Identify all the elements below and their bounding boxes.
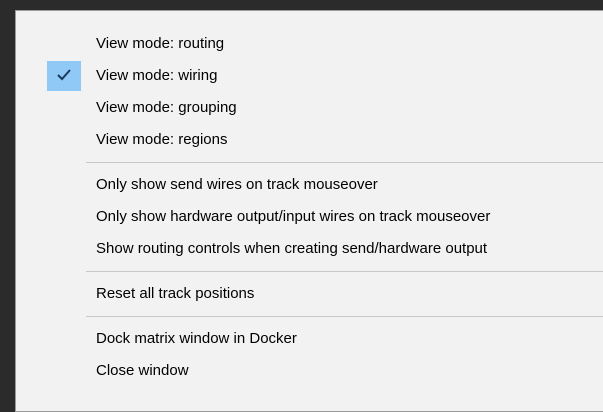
menu-item-show-routing-controls[interactable]: Show routing controls when creating send… (16, 233, 603, 265)
menu-item-view-mode-grouping[interactable]: View mode: grouping (16, 92, 603, 124)
menu-item-label: View mode: wiring (96, 67, 218, 84)
menu-item-reset-track-positions[interactable]: Reset all track positions (16, 278, 603, 310)
checkmark-icon (57, 69, 71, 81)
menu-item-view-mode-wiring[interactable]: View mode: wiring (16, 60, 603, 92)
menu-item-label: Close window (96, 362, 189, 379)
menu-item-view-mode-routing[interactable]: View mode: routing (16, 28, 603, 60)
menu-item-label: View mode: grouping (96, 99, 237, 116)
menu-separator (86, 271, 603, 272)
menu-item-label: Reset all track positions (96, 285, 255, 302)
menu-item-only-show-send-wires[interactable]: Only show send wires on track mouseover (16, 169, 603, 201)
menu-separator (86, 316, 603, 317)
menu-item-dock-matrix-window[interactable]: Dock matrix window in Docker (16, 323, 603, 355)
menu-item-label: View mode: regions (96, 131, 228, 148)
check-cell (47, 61, 81, 91)
menu-item-close-window[interactable]: Close window (16, 355, 603, 387)
menu-item-only-show-hardware-wires[interactable]: Only show hardware output/input wires on… (16, 201, 603, 233)
menu-item-label: Only show hardware output/input wires on… (96, 208, 491, 225)
menu-item-view-mode-regions[interactable]: View mode: regions (16, 124, 603, 156)
menu-item-label: Show routing controls when creating send… (96, 240, 488, 257)
menu-item-label: Only show send wires on track mouseover (96, 176, 378, 193)
context-menu: View mode: routing View mode: wiring Vie… (15, 10, 603, 412)
menu-item-label: View mode: routing (96, 35, 225, 52)
menu-separator (86, 162, 603, 163)
menu-item-label: Dock matrix window in Docker (96, 330, 297, 347)
